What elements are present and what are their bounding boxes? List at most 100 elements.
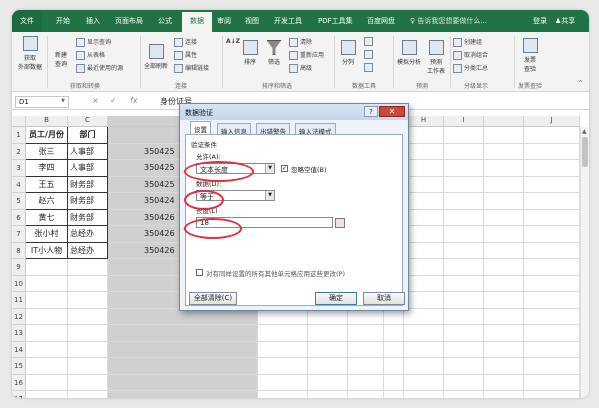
empty-cell[interactable] bbox=[444, 127, 484, 144]
empty-cell[interactable] bbox=[68, 374, 108, 391]
what-if-button[interactable]: 模拟分析 bbox=[396, 40, 422, 66]
empty-cell[interactable] bbox=[308, 358, 348, 375]
table-cell-selected[interactable] bbox=[108, 391, 258, 398]
empty-cell[interactable] bbox=[444, 341, 484, 358]
empty-cell[interactable] bbox=[26, 308, 68, 325]
ungroup-button[interactable]: 取消组合 bbox=[453, 50, 488, 60]
insert-function-button[interactable]: fx bbox=[130, 96, 138, 105]
empty-cell[interactable] bbox=[484, 308, 524, 325]
recent-sources-button[interactable]: 最近使用的源 bbox=[76, 63, 123, 73]
empty-cell[interactable] bbox=[524, 308, 580, 325]
empty-cell[interactable] bbox=[444, 358, 484, 375]
close-button[interactable]: ✕ bbox=[379, 106, 405, 117]
row-header[interactable]: 15 bbox=[12, 358, 26, 375]
empty-cell[interactable] bbox=[484, 374, 524, 391]
empty-cell[interactable] bbox=[258, 341, 308, 358]
clear-filter-button[interactable]: 清除 bbox=[289, 37, 312, 47]
empty-cell[interactable] bbox=[524, 226, 580, 243]
empty-cell[interactable] bbox=[348, 374, 384, 391]
empty-cell[interactable] bbox=[524, 242, 580, 259]
table-cell[interactable]: 财务部 bbox=[68, 176, 108, 193]
table-cell[interactable]: 张三 bbox=[26, 143, 68, 160]
empty-cell[interactable] bbox=[484, 143, 524, 160]
empty-cell[interactable] bbox=[444, 292, 484, 309]
empty-cell[interactable] bbox=[404, 259, 444, 276]
empty-cell[interactable] bbox=[484, 275, 524, 292]
empty-cell[interactable] bbox=[26, 358, 68, 375]
empty-cell[interactable] bbox=[404, 292, 444, 309]
empty-cell[interactable] bbox=[444, 226, 484, 243]
name-box[interactable]: D1 ▼ bbox=[15, 96, 69, 108]
empty-cell[interactable] bbox=[404, 176, 444, 193]
empty-cell[interactable] bbox=[26, 259, 68, 276]
empty-cell[interactable] bbox=[444, 160, 484, 177]
range-select-icon[interactable] bbox=[335, 218, 345, 228]
column-header-i[interactable]: I bbox=[444, 116, 484, 127]
share-button[interactable]: ♟共享 bbox=[555, 16, 575, 26]
table-cell[interactable]: 总经办 bbox=[68, 226, 108, 243]
column-header-c[interactable]: C bbox=[68, 116, 108, 127]
empty-cell[interactable] bbox=[68, 391, 108, 398]
empty-cell[interactable] bbox=[384, 325, 404, 342]
table-cell-selected[interactable] bbox=[108, 358, 258, 375]
table-cell-selected[interactable] bbox=[108, 341, 258, 358]
empty-cell[interactable] bbox=[524, 176, 580, 193]
empty-cell[interactable] bbox=[68, 292, 108, 309]
row-header[interactable]: 14 bbox=[12, 341, 26, 358]
ok-button[interactable]: 确定 bbox=[315, 292, 357, 305]
connections-button[interactable]: 连接 bbox=[174, 37, 197, 47]
tab-baidu-netdisk[interactable]: 百度网盘 bbox=[367, 16, 395, 26]
empty-cell[interactable] bbox=[404, 391, 444, 398]
empty-cell[interactable] bbox=[404, 242, 444, 259]
empty-cell[interactable] bbox=[484, 127, 524, 144]
empty-cell[interactable] bbox=[484, 325, 524, 342]
empty-cell[interactable] bbox=[68, 358, 108, 375]
empty-cell[interactable] bbox=[26, 341, 68, 358]
vertical-scrollbar[interactable]: ▲ bbox=[580, 127, 589, 398]
remove-duplicates-button[interactable] bbox=[364, 50, 375, 59]
table-cell[interactable]: IT小人物 bbox=[26, 242, 68, 259]
tab-data[interactable]: 数据 bbox=[182, 12, 212, 32]
empty-cell[interactable] bbox=[524, 374, 580, 391]
empty-cell[interactable] bbox=[524, 143, 580, 160]
row-header[interactable]: 12 bbox=[12, 308, 26, 325]
empty-cell[interactable] bbox=[26, 292, 68, 309]
clear-all-button[interactable]: 全部清除(C) bbox=[189, 292, 237, 305]
row-header[interactable]: 17 bbox=[12, 391, 26, 398]
row-header[interactable]: 7 bbox=[12, 226, 26, 243]
table-header-cell[interactable]: 员工/月份 bbox=[26, 127, 68, 144]
empty-cell[interactable] bbox=[484, 226, 524, 243]
row-header[interactable]: 8 bbox=[12, 242, 26, 259]
table-cell[interactable]: 张小村 bbox=[26, 226, 68, 243]
empty-cell[interactable] bbox=[26, 325, 68, 342]
table-cell[interactable]: 黄七 bbox=[26, 209, 68, 226]
tab-page-layout[interactable]: 页面布局 bbox=[115, 16, 143, 26]
enter-formula-button[interactable]: ✓ bbox=[110, 96, 117, 105]
row-header[interactable]: 4 bbox=[12, 176, 26, 193]
empty-cell[interactable] bbox=[524, 341, 580, 358]
empty-cell[interactable] bbox=[524, 160, 580, 177]
empty-cell[interactable] bbox=[484, 193, 524, 210]
empty-cell[interactable] bbox=[68, 308, 108, 325]
reapply-button[interactable]: 重新应用 bbox=[289, 50, 324, 60]
cancel-button[interactable]: 取消 bbox=[363, 292, 405, 305]
properties-button[interactable]: 属性 bbox=[174, 50, 197, 60]
from-table-button[interactable]: 从表格 bbox=[76, 50, 105, 60]
empty-cell[interactable] bbox=[404, 341, 444, 358]
empty-cell[interactable] bbox=[404, 325, 444, 342]
table-cell[interactable]: 财务部 bbox=[68, 193, 108, 210]
show-queries-button[interactable]: 显示查询 bbox=[76, 37, 111, 47]
empty-cell[interactable] bbox=[444, 242, 484, 259]
empty-cell[interactable] bbox=[404, 275, 444, 292]
column-header-b[interactable]: B bbox=[26, 116, 68, 127]
empty-cell[interactable] bbox=[384, 391, 404, 398]
scroll-thumb[interactable] bbox=[582, 137, 588, 167]
empty-cell[interactable] bbox=[68, 341, 108, 358]
empty-cell[interactable] bbox=[484, 292, 524, 309]
group-create-button[interactable]: 创建组 bbox=[453, 37, 482, 47]
tab-home[interactable]: 开始 bbox=[56, 16, 70, 26]
column-header-j[interactable]: J bbox=[524, 116, 580, 127]
sort-button[interactable]: 排序 bbox=[240, 40, 260, 66]
empty-cell[interactable] bbox=[348, 325, 384, 342]
row-header[interactable]: 1 bbox=[12, 127, 26, 144]
